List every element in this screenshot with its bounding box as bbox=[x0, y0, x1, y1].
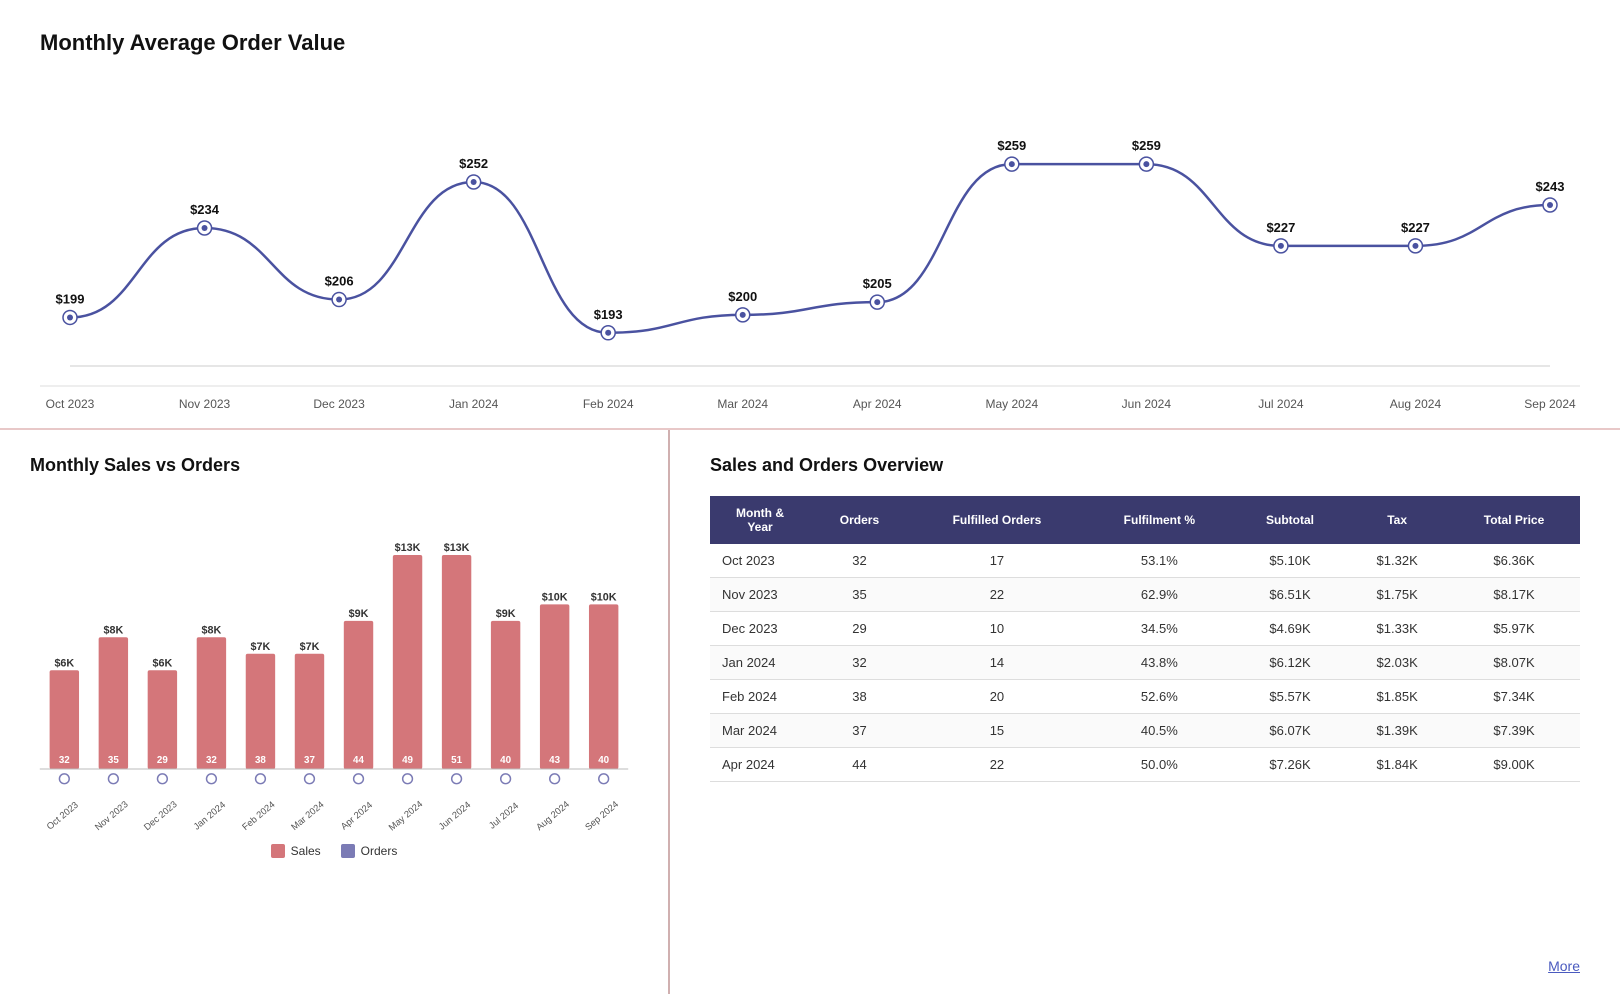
svg-text:$8K: $8K bbox=[202, 624, 222, 636]
svg-text:Sep 2024: Sep 2024 bbox=[583, 799, 620, 832]
svg-text:May 2024: May 2024 bbox=[387, 799, 425, 833]
svg-text:$6K: $6K bbox=[153, 657, 173, 669]
svg-text:Oct 2023: Oct 2023 bbox=[46, 397, 95, 411]
table-header-row: Month & Year Orders Fulfilled Orders Ful… bbox=[710, 496, 1580, 544]
legend-orders: Orders bbox=[341, 844, 398, 858]
svg-text:44: 44 bbox=[353, 755, 364, 766]
svg-text:Jun 2024: Jun 2024 bbox=[1122, 397, 1172, 411]
svg-text:$234: $234 bbox=[190, 202, 220, 217]
line-chart: $199 Oct 2023 $234 Nov 2023 $206 Dec 2023 $252… bbox=[40, 76, 1580, 416]
col-month: Month & Year bbox=[710, 496, 810, 544]
line-chart-title: Monthly Average Order Value bbox=[40, 30, 1580, 56]
svg-text:$205: $205 bbox=[863, 276, 892, 291]
svg-text:$243: $243 bbox=[1536, 179, 1565, 194]
svg-text:Mar 2024: Mar 2024 bbox=[717, 397, 768, 411]
svg-text:$7K: $7K bbox=[251, 641, 271, 653]
svg-text:Sep 2024: Sep 2024 bbox=[1524, 397, 1576, 411]
svg-text:$252: $252 bbox=[459, 156, 488, 171]
table-panel: Sales and Orders Overview Month & Year O… bbox=[670, 430, 1620, 994]
svg-text:Jan 2024: Jan 2024 bbox=[449, 397, 499, 411]
svg-text:$13K: $13K bbox=[395, 542, 421, 554]
svg-text:$259: $259 bbox=[997, 138, 1026, 153]
svg-text:Jan 2024: Jan 2024 bbox=[192, 800, 228, 832]
svg-text:Apr 2024: Apr 2024 bbox=[339, 800, 374, 832]
table-row: Jan 2024321443.8%$6.12K$2.03K$8.07K bbox=[710, 646, 1580, 680]
svg-text:$9K: $9K bbox=[496, 608, 516, 620]
svg-text:Dec 2023: Dec 2023 bbox=[313, 397, 365, 411]
col-subtotal: Subtotal bbox=[1234, 496, 1346, 544]
col-tax: Tax bbox=[1346, 496, 1448, 544]
svg-text:Jul 2024: Jul 2024 bbox=[487, 801, 520, 831]
svg-text:Jun 2024: Jun 2024 bbox=[437, 800, 473, 832]
svg-text:$6K: $6K bbox=[54, 657, 74, 669]
col-orders: Orders bbox=[810, 496, 909, 544]
bar-chart-legend: Sales Orders bbox=[30, 844, 638, 858]
table-row: Apr 2024442250.0%$7.26K$1.84K$9.00K bbox=[710, 748, 1580, 782]
bar-chart: $6K 32 Oct 2023 $8K 35 Nov 2023 $6K 29 Dec 2023 $… bbox=[30, 496, 638, 836]
col-fulfilled: Fulfilled Orders bbox=[909, 496, 1085, 544]
svg-text:$259: $259 bbox=[1132, 138, 1161, 153]
legend-orders-label: Orders bbox=[361, 844, 398, 858]
svg-text:Nov 2023: Nov 2023 bbox=[179, 397, 231, 411]
table-row: Feb 2024382052.6%$5.57K$1.85K$7.34K bbox=[710, 680, 1580, 714]
svg-text:$200: $200 bbox=[728, 289, 757, 304]
svg-text:Feb 2024: Feb 2024 bbox=[240, 799, 277, 832]
svg-text:Mar 2024: Mar 2024 bbox=[289, 799, 326, 832]
svg-text:May 2024: May 2024 bbox=[985, 397, 1038, 411]
svg-text:Dec 2023: Dec 2023 bbox=[142, 799, 179, 832]
svg-text:35: 35 bbox=[108, 755, 119, 766]
more-link[interactable]: More bbox=[1548, 958, 1580, 974]
table-title: Sales and Orders Overview bbox=[710, 455, 1580, 476]
svg-text:49: 49 bbox=[402, 755, 413, 766]
svg-text:40: 40 bbox=[500, 755, 511, 766]
table-row: Nov 2023352262.9%$6.51K$1.75K$8.17K bbox=[710, 578, 1580, 612]
svg-text:$9K: $9K bbox=[349, 608, 369, 620]
svg-text:$227: $227 bbox=[1266, 220, 1295, 235]
svg-text:$199: $199 bbox=[56, 291, 85, 306]
bar-chart-title: Monthly Sales vs Orders bbox=[30, 455, 638, 476]
svg-text:29: 29 bbox=[157, 755, 168, 766]
svg-text:43: 43 bbox=[549, 755, 560, 766]
svg-text:Jul 2024: Jul 2024 bbox=[1258, 397, 1304, 411]
col-pct: Fulfilment % bbox=[1085, 496, 1234, 544]
svg-text:$206: $206 bbox=[325, 274, 354, 289]
legend-sales-label: Sales bbox=[291, 844, 321, 858]
col-total: Total Price bbox=[1448, 496, 1580, 544]
svg-text:$7K: $7K bbox=[300, 641, 320, 653]
svg-text:$227: $227 bbox=[1401, 220, 1430, 235]
legend-sales-color bbox=[271, 844, 285, 858]
svg-text:40: 40 bbox=[598, 755, 609, 766]
svg-text:32: 32 bbox=[206, 755, 217, 766]
table-row: Mar 2024371540.5%$6.07K$1.39K$7.39K bbox=[710, 714, 1580, 748]
overview-table: Month & Year Orders Fulfilled Orders Ful… bbox=[710, 496, 1580, 782]
svg-text:Apr 2024: Apr 2024 bbox=[853, 397, 902, 411]
svg-text:$193: $193 bbox=[594, 307, 623, 322]
svg-text:51: 51 bbox=[451, 755, 462, 766]
svg-text:Aug 2024: Aug 2024 bbox=[1390, 397, 1442, 411]
bar-chart-panel: Monthly Sales vs Orders $6K 32 Oct 2023 $8K… bbox=[0, 430, 670, 994]
svg-text:$10K: $10K bbox=[542, 591, 568, 603]
svg-text:37: 37 bbox=[304, 755, 315, 766]
svg-text:Aug 2024: Aug 2024 bbox=[534, 799, 571, 832]
svg-text:$10K: $10K bbox=[591, 591, 617, 603]
svg-text:38: 38 bbox=[255, 755, 266, 766]
svg-text:$8K: $8K bbox=[103, 624, 123, 636]
svg-text:32: 32 bbox=[59, 755, 70, 766]
table-row: Dec 2023291034.5%$4.69K$1.33K$5.97K bbox=[710, 612, 1580, 646]
svg-text:Feb 2024: Feb 2024 bbox=[583, 397, 634, 411]
svg-text:Oct 2023: Oct 2023 bbox=[45, 800, 80, 832]
svg-text:Nov 2023: Nov 2023 bbox=[93, 799, 130, 832]
table-row: Oct 2023321753.1%$5.10K$1.32K$6.36K bbox=[710, 544, 1580, 578]
legend-sales: Sales bbox=[271, 844, 321, 858]
svg-text:$13K: $13K bbox=[444, 542, 470, 554]
legend-orders-color bbox=[341, 844, 355, 858]
